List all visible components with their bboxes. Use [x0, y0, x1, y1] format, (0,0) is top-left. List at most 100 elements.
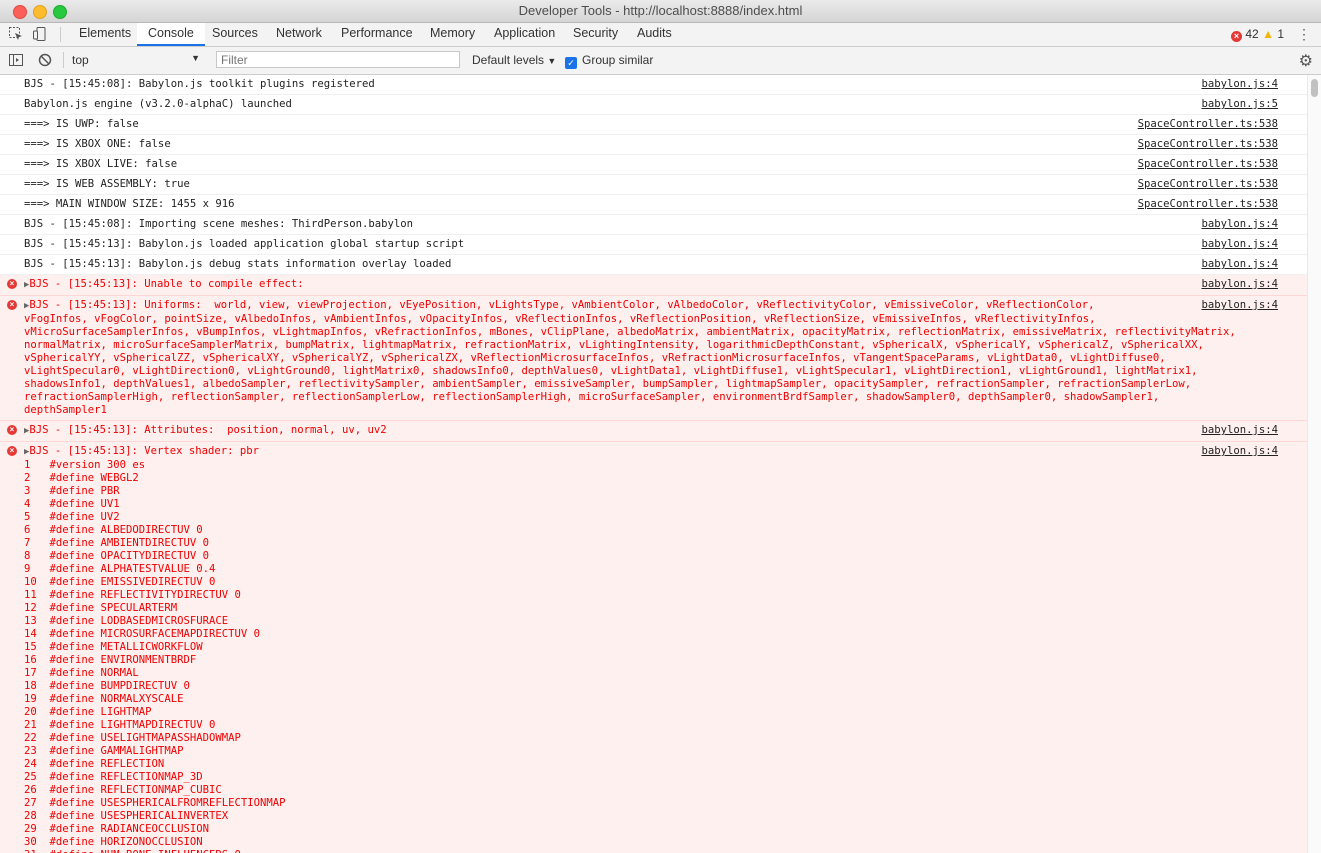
message-text: Babylon.js engine (v3.2.0-alphaC) launch… — [24, 98, 292, 110]
error-icon: × — [7, 300, 17, 310]
source-link[interactable]: babylon.js:4 — [1201, 218, 1278, 231]
context-selector[interactable]: top ▼ — [72, 53, 202, 68]
console-error-message[interactable]: × ▶BJS - [15:45:13]: Uniforms: world, vie… — [0, 296, 1307, 421]
shader-line: 6 #define ALBEDODIRECTUV 0 — [24, 524, 203, 536]
message-text: BJS - [15:45:13]: Babylon.js debug stats… — [24, 258, 452, 270]
show-sidebar-icon[interactable] — [8, 52, 24, 68]
shader-line: 5 #define UV2 — [24, 511, 120, 523]
error-count-icon: × — [1231, 31, 1243, 42]
console-log-message[interactable]: BJS - [15:45:13]: Babylon.js loaded appl… — [0, 235, 1307, 255]
shader-line: 29 #define RADIANCEOCCLUSION — [24, 823, 209, 835]
console-log-message[interactable]: Babylon.js engine (v3.2.0-alphaC) launch… — [0, 95, 1307, 115]
message-text: BJS - [15:45:13]: Uniforms: world, view,… — [24, 299, 1236, 416]
shader-line: 16 #define ENVIRONMENTBRDF — [24, 654, 197, 666]
warning-count: 1 — [1277, 27, 1284, 41]
tab-performance[interactable]: Performance — [341, 23, 413, 46]
shader-line: 25 #define REFLECTIONMAP_3D — [24, 771, 203, 783]
message-text: ===> IS WEB ASSEMBLY: true — [24, 178, 190, 190]
message-text: BJS - [15:45:13]: Attributes: position, … — [29, 424, 387, 436]
message-text: BJS - [15:45:13]: Vertex shader: pbr — [29, 445, 260, 457]
source-link[interactable]: SpaceController.ts:538 — [1138, 158, 1278, 171]
shader-line: 7 #define AMBIENTDIRECTUV 0 — [24, 537, 209, 549]
filter-input[interactable] — [216, 51, 460, 68]
console-log-message[interactable]: ===> IS XBOX ONE: false SpaceController.t… — [0, 135, 1307, 155]
log-levels-label: Default levels — [472, 53, 545, 67]
shader-line: 8 #define OPACITYDIRECTUV 0 — [24, 550, 209, 562]
shader-line: 13 #define LODBASEDMICROSFURACE — [24, 615, 229, 627]
tab-sources[interactable]: Sources — [212, 23, 258, 46]
console-log-message[interactable]: ===> IS UWP: false SpaceController.ts:538 — [0, 115, 1307, 135]
more-options-icon[interactable]: ⋮ — [1297, 26, 1311, 42]
source-link[interactable]: babylon.js:4 — [1201, 424, 1278, 437]
source-link[interactable]: SpaceController.ts:538 — [1138, 118, 1278, 131]
tab-console[interactable]: Console — [137, 23, 205, 46]
warning-count-icon: ▲ — [1262, 27, 1274, 41]
shader-line: 20 #define LIGHTMAP — [24, 706, 152, 718]
error-icon: × — [7, 279, 17, 289]
shader-line: 27 #define USESPHERICALFROMREFLECTIONMAP — [24, 797, 286, 809]
console-log-message[interactable]: BJS - [15:45:08]: Babylon.js toolkit plu… — [0, 75, 1307, 95]
message-text: ===> IS XBOX LIVE: false — [24, 158, 178, 170]
checkbox-checked-icon[interactable]: ✓ — [565, 57, 577, 69]
console-log-message[interactable]: BJS - [15:45:13]: Babylon.js debug stats… — [0, 255, 1307, 275]
window-title: Developer Tools - http://localhost:8888/… — [518, 3, 803, 18]
console-log-message[interactable]: BJS - [15:45:08]: Importing scene meshes… — [0, 215, 1307, 235]
tab-security[interactable]: Security — [573, 23, 618, 46]
message-text: BJS - [15:45:13]: Babylon.js loaded appl… — [24, 238, 465, 250]
shader-line: 2 #define WEBGL2 — [24, 472, 139, 484]
console-toolbar: top ▼ Default levels ▼ ✓ Group similar ⚙ — [0, 47, 1321, 75]
message-text: ===> IS XBOX ONE: false — [24, 138, 171, 150]
source-link[interactable]: babylon.js:5 — [1201, 98, 1278, 111]
shader-line: 17 #define NORMAL — [24, 667, 139, 679]
inspect-element-icon[interactable] — [8, 26, 24, 42]
log-levels-dropdown[interactable]: Default levels ▼ — [472, 53, 556, 67]
tab-network[interactable]: Network — [276, 23, 322, 46]
shader-line: 14 #define MICROSURFACEMAPDIRECTUV 0 — [24, 628, 260, 640]
console-error-message[interactable]: × ▶BJS - [15:45:13]: Unable to compile ef… — [0, 275, 1307, 296]
shader-source-lines: 1 #version 300 es 2 #define WEBGL2 3 #defi… — [24, 459, 1307, 853]
source-link[interactable]: babylon.js:4 — [1201, 299, 1278, 312]
source-link[interactable]: babylon.js:4 — [1201, 445, 1278, 458]
source-link[interactable]: SpaceController.ts:538 — [1138, 198, 1278, 211]
tab-application[interactable]: Application — [494, 23, 555, 46]
message-text: BJS - [15:45:13]: Unable to compile effe… — [29, 278, 304, 290]
gear-icon[interactable]: ⚙ — [1299, 51, 1313, 71]
issue-counts[interactable]: × 42 ▲ 1 — [1231, 27, 1284, 42]
shader-line: 28 #define USESPHERICALINVERTEX — [24, 810, 229, 822]
error-icon: × — [7, 446, 17, 456]
shader-line: 3 #define PBR — [24, 485, 120, 497]
toolbar-divider — [60, 27, 61, 42]
source-link[interactable]: SpaceController.ts:538 — [1138, 178, 1278, 191]
shader-line: 22 #define USELIGHTMAPASSHADOWMAP — [24, 732, 241, 744]
source-link[interactable]: babylon.js:4 — [1201, 78, 1278, 91]
tab-audits[interactable]: Audits — [637, 23, 672, 46]
source-link[interactable]: babylon.js:4 — [1201, 278, 1278, 291]
scrollbar-thumb[interactable] — [1311, 79, 1318, 97]
tab-memory[interactable]: Memory — [430, 23, 475, 46]
toolbar-divider — [63, 52, 64, 68]
shader-line: 24 #define REFLECTION — [24, 758, 165, 770]
console-error-message[interactable]: × ▶BJS - [15:45:13]: Vertex shader: pbr ba… — [0, 442, 1307, 853]
context-value: top — [72, 53, 89, 67]
clear-console-icon[interactable] — [37, 52, 53, 68]
shader-line: 9 #define ALPHATESTVALUE 0.4 — [24, 563, 216, 575]
console-log-message[interactable]: ===> IS XBOX LIVE: false SpaceController.… — [0, 155, 1307, 175]
group-similar-toggle[interactable]: ✓ Group similar — [565, 53, 653, 69]
console-messages[interactable]: BJS - [15:45:08]: Babylon.js toolkit plu… — [0, 75, 1307, 853]
device-toolbar-icon[interactable] — [32, 26, 48, 42]
shader-line: 23 #define GAMMALIGHTMAP — [24, 745, 184, 757]
shader-line: 21 #define LIGHTMAPDIRECTUV 0 — [24, 719, 216, 731]
source-link[interactable]: babylon.js:4 — [1201, 238, 1278, 251]
console-scrollbar[interactable] — [1307, 75, 1321, 853]
tab-elements[interactable]: Elements — [79, 23, 131, 46]
source-link[interactable]: babylon.js:4 — [1201, 258, 1278, 271]
title-bar: Developer Tools - http://localhost:8888/… — [0, 0, 1321, 23]
shader-line: 31 #define NUM_BONE_INFLUENCERS 0 — [0, 849, 1307, 853]
error-icon: × — [7, 425, 17, 435]
shader-line: 10 #define EMISSIVEDIRECTUV 0 — [24, 576, 216, 588]
source-link[interactable]: SpaceController.ts:538 — [1138, 138, 1278, 151]
console-log-message[interactable]: ===> MAIN WINDOW SIZE: 1455 x 916 SpaceCo… — [0, 195, 1307, 215]
console-error-message[interactable]: × ▶BJS - [15:45:13]: Attributes: position… — [0, 421, 1307, 442]
devtools-tab-bar: Elements Console Sources Network Performance… — [0, 23, 1321, 47]
console-log-message[interactable]: ===> IS WEB ASSEMBLY: true SpaceControlle… — [0, 175, 1307, 195]
